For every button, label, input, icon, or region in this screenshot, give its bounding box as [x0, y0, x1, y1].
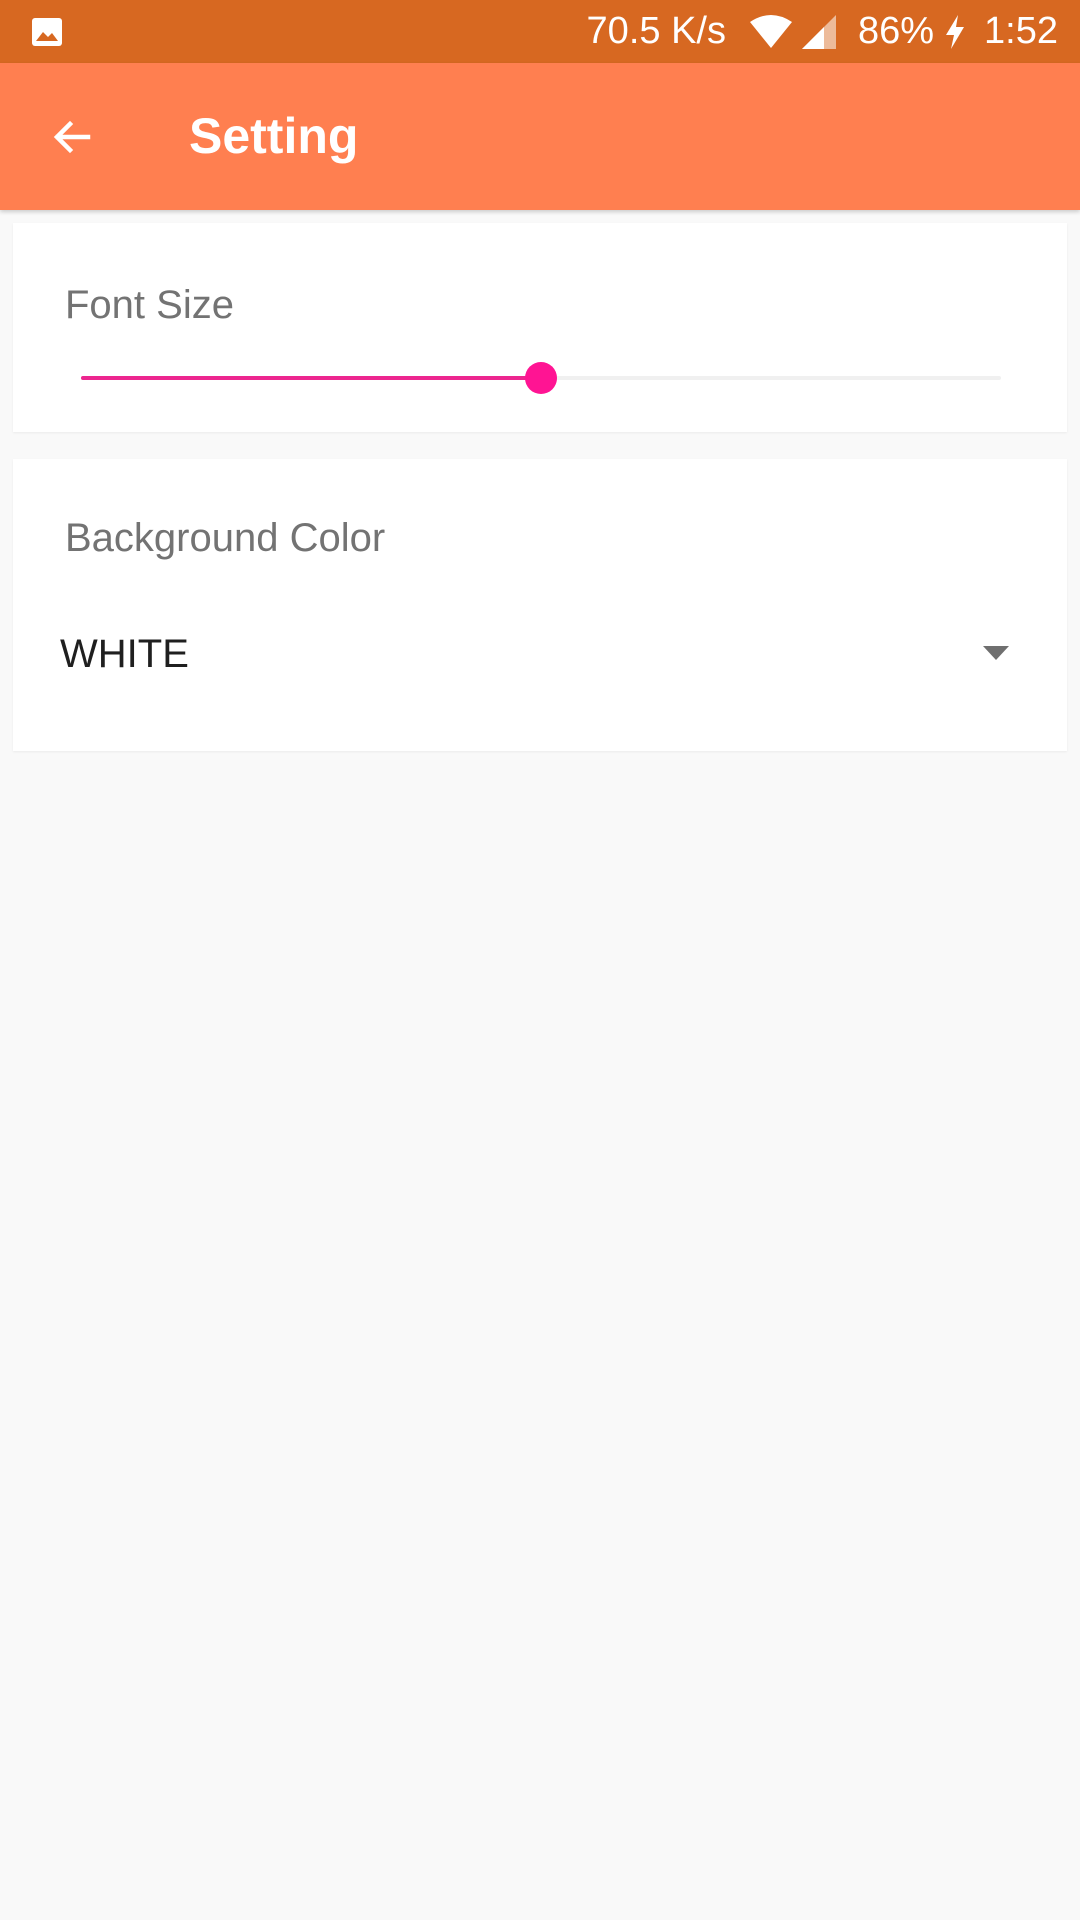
slider-thumb[interactable] — [525, 362, 557, 394]
background-color-label: Background Color — [65, 516, 386, 560]
charging-icon — [946, 14, 965, 49]
signal-icon — [801, 14, 836, 49]
background-color-card: Background Color WHITE — [13, 459, 1067, 751]
battery-percentage: 86% — [857, 10, 935, 52]
dropdown-selected-value: WHITE — [60, 632, 189, 676]
back-button[interactable] — [36, 101, 108, 173]
font-size-slider[interactable] — [81, 358, 1013, 398]
gallery-icon — [32, 18, 62, 46]
status-icons: 70.5 K/s 86% 1:52 — [587, 0, 1058, 63]
arrow-left-icon — [53, 120, 91, 154]
font-size-card: Font Size — [13, 223, 1067, 432]
app-bar: Setting — [0, 63, 1080, 210]
caret-down-icon — [983, 646, 1009, 660]
page-title: Setting — [189, 108, 359, 164]
font-size-label: Font Size — [65, 283, 234, 327]
clock: 1:52 — [984, 10, 1058, 52]
settings-screen: 70.5 K/s 86% 1:52 Setting Font Size Back… — [0, 0, 1080, 1920]
background-color-dropdown[interactable]: WHITE — [60, 619, 1020, 689]
slider-fill — [81, 376, 541, 380]
network-speed: 70.5 K/s — [586, 10, 726, 52]
wifi-icon — [749, 14, 792, 48]
status-bar: 70.5 K/s 86% 1:52 — [0, 0, 1080, 63]
